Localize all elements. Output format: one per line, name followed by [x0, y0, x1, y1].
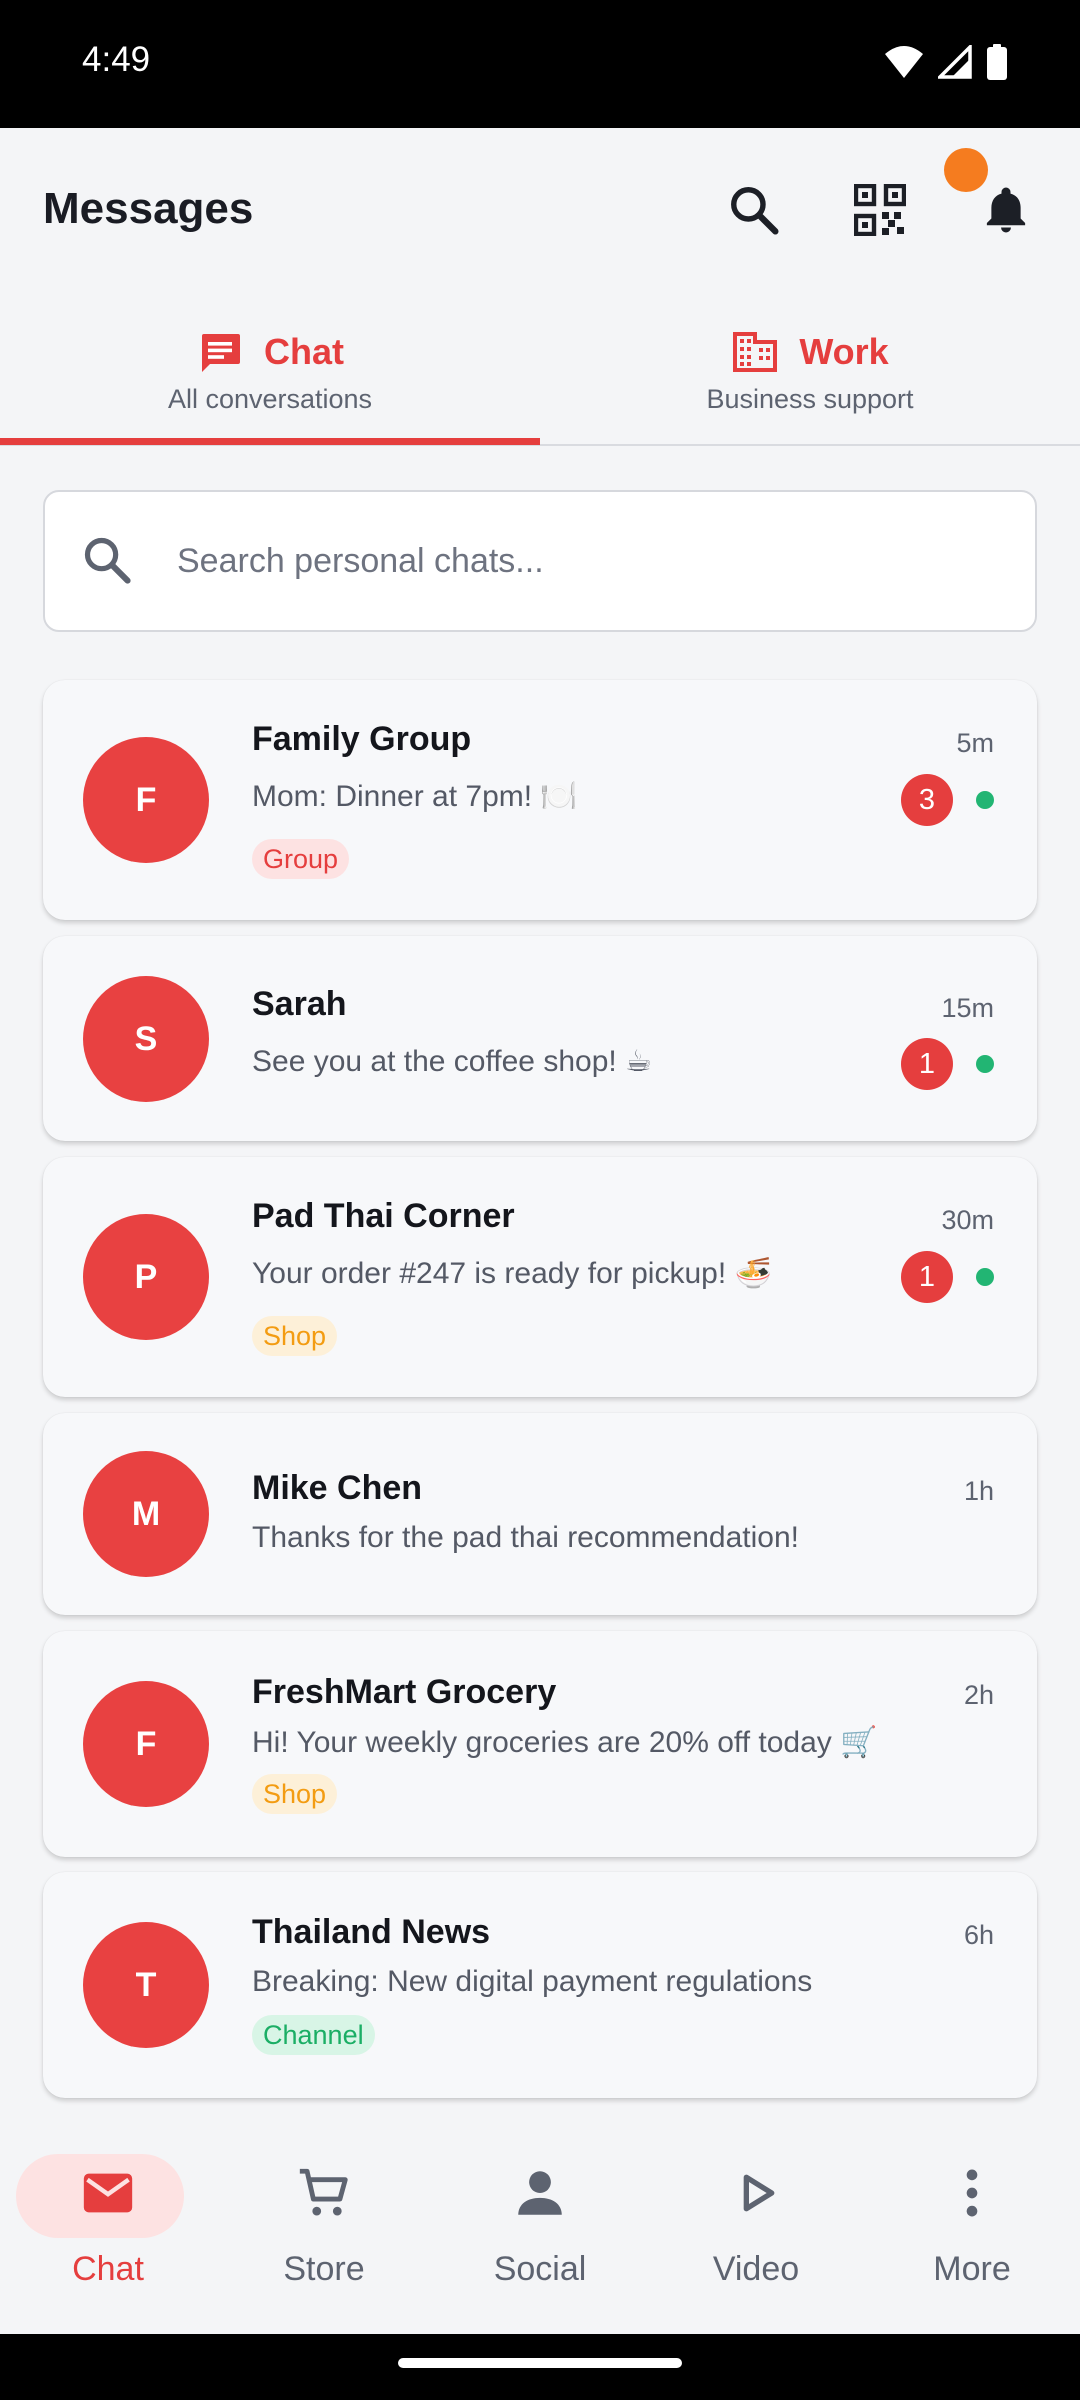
avatar: F [83, 737, 209, 863]
unread-badge: 1 [901, 1038, 953, 1090]
chat-tag: Shop [252, 1316, 338, 1356]
chat-time: 30m [941, 1205, 994, 1235]
nav-label: Video [712, 2250, 800, 2288]
wifi-icon [885, 46, 923, 78]
nav-item-video[interactable]: Video [648, 2120, 864, 2334]
notification-dot [944, 148, 988, 192]
building-icon [733, 332, 778, 372]
tab-work-label: Work [799, 331, 889, 372]
notifications-button[interactable] [974, 178, 1038, 242]
nav-item-chat[interactable]: Chat [0, 2120, 216, 2334]
unread-badge: 3 [901, 774, 953, 826]
app-header: Messages [0, 128, 1080, 292]
nav-item-social[interactable]: Social [432, 2120, 648, 2334]
search-icon [84, 537, 131, 584]
avatar: S [83, 976, 209, 1102]
chat-item-freshmart-grocery[interactable]: F FreshMart Grocery 2h Hi! Your weekly g… [43, 1631, 1037, 1857]
nav-item-more[interactable]: More [864, 2120, 1080, 2334]
chat-name: Thailand News [252, 1913, 491, 1951]
tab-bar: Chat All conversations Work Business sup… [0, 292, 1080, 446]
chat-tag: Group [252, 839, 350, 879]
bell-icon [986, 187, 1026, 233]
status-icons [884, 44, 1008, 80]
mail-icon [83, 2173, 133, 2213]
status-bar: 4:49 [0, 0, 1080, 128]
chat-name: Mike Chen [252, 1469, 423, 1507]
chat-time: 15m [941, 993, 994, 1023]
chat-item-family-group[interactable]: F Family Group 5m Mom: Dinner at 7pm! 🍽️… [43, 680, 1037, 920]
avatar: P [83, 1214, 209, 1340]
cart-icon [299, 2168, 348, 2216]
chat-name: Pad Thai Corner [252, 1197, 515, 1235]
chat-item-mike-chen[interactable]: M Mike Chen 1h Thanks for the pad thai r… [43, 1413, 1037, 1615]
nav-item-store[interactable]: Store [216, 2120, 432, 2334]
chat-name: FreshMart Grocery [252, 1673, 557, 1711]
chat-time: 2h [963, 1680, 994, 1710]
search-box[interactable] [43, 490, 1037, 632]
chat-item-sarah[interactable]: S Sarah 15m See you at the coffee shop! … [43, 936, 1037, 1141]
unread-badge: 1 [901, 1251, 953, 1303]
chat-preview: See you at the coffee shop! ☕ [252, 1045, 652, 1078]
bottom-nav: Chat Store Social Video More [0, 2120, 1080, 2334]
nav-label: Social [493, 2250, 587, 2288]
avatar: F [83, 1681, 209, 1807]
avatar: M [83, 1451, 209, 1577]
chat-time: 6h [963, 1920, 994, 1950]
nav-label: Store [283, 2250, 365, 2288]
gesture-bar [0, 2334, 1080, 2400]
online-indicator [976, 1055, 994, 1073]
online-indicator [976, 1268, 994, 1286]
online-indicator [976, 791, 994, 809]
tab-chat-subtitle: All conversations [167, 384, 373, 414]
page-title: Messages [43, 184, 254, 233]
chat-item-pad-thai-corner[interactable]: P Pad Thai Corner 30m Your order #247 is… [43, 1157, 1037, 1397]
chat-tag: Shop [252, 1774, 338, 1814]
search-icon [731, 187, 779, 235]
chat-preview: Mom: Dinner at 7pm! 🍽️ [252, 780, 578, 813]
qr-code-icon [854, 184, 906, 236]
play-icon [743, 2174, 775, 2212]
battery-icon [987, 44, 1007, 80]
signal-icon [938, 45, 972, 79]
chat-name: Sarah [252, 985, 347, 1023]
nav-label: More [933, 2250, 1011, 2288]
tab-chat-label: Chat [264, 331, 344, 372]
home-gesture-handle[interactable] [398, 2358, 682, 2368]
chat-time: 5m [956, 728, 994, 758]
nav-label: Chat [72, 2250, 144, 2288]
chat-name: Family Group [252, 720, 472, 758]
tab-work-subtitle: Business support [706, 384, 914, 414]
status-time: 4:49 [82, 40, 151, 79]
search-button[interactable] [722, 178, 786, 242]
more-vertical-icon [966, 2169, 978, 2217]
chat-preview: Your order #247 is ready for pickup! 🍜 [252, 1257, 772, 1290]
chat-preview: Breaking: New digital payment regulation… [252, 1965, 813, 1998]
qr-code-button[interactable] [848, 178, 912, 242]
tab-work[interactable]: Work Business support [540, 292, 1080, 444]
search-input[interactable] [177, 492, 997, 630]
person-icon [518, 2171, 562, 2215]
chat-tag: Channel [252, 2015, 375, 2055]
chat-item-thailand-news[interactable]: T Thailand News 6h Breaking: New digital… [43, 1872, 1037, 2098]
chat-preview: Thanks for the pad thai recommendation! [252, 1521, 799, 1554]
active-tab-indicator [0, 438, 540, 445]
chat-icon [202, 334, 240, 372]
avatar: T [83, 1922, 209, 2048]
tab-chat[interactable]: Chat All conversations [0, 292, 540, 445]
chat-preview: Hi! Your weekly groceries are 20% off to… [252, 1726, 878, 1759]
chat-time: 1h [963, 1476, 994, 1506]
